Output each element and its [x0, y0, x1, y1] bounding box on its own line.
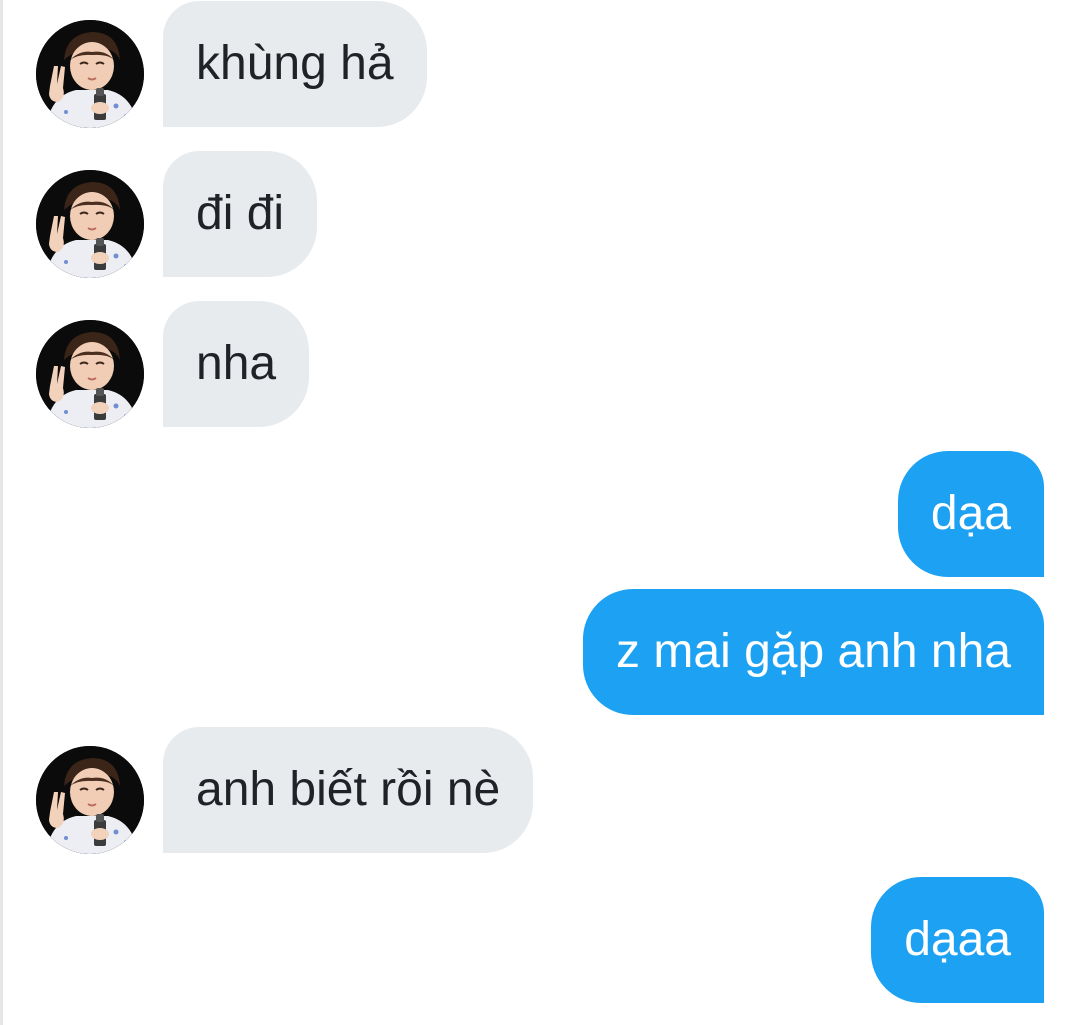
message-text: đi đi [196, 187, 285, 240]
message-text: z mai gặp anh nha [616, 625, 1011, 678]
left-edge-divider [0, 0, 3, 1025]
message-bubble-incoming[interactable]: đi đi [163, 151, 318, 277]
avatar-photo-icon [36, 320, 144, 428]
message-bubble-outgoing[interactable]: dạa [897, 451, 1044, 577]
message-text: dạa [930, 487, 1011, 540]
message-bubble-outgoing[interactable]: dạaa [871, 877, 1044, 1003]
avatar-photo-icon [36, 746, 144, 854]
message-bubble-incoming[interactable]: anh biết rồi nè [163, 727, 534, 853]
message-text: nha [196, 337, 277, 390]
contact-avatar[interactable] [36, 746, 144, 854]
message-text: khùng hả [196, 37, 394, 90]
contact-avatar[interactable] [36, 320, 144, 428]
message-bubble-incoming[interactable]: khùng hả [163, 1, 427, 127]
avatar-photo-icon [36, 170, 144, 278]
message-text: anh biết rồi nè [196, 763, 501, 816]
contact-avatar[interactable] [36, 170, 144, 278]
contact-avatar[interactable] [36, 20, 144, 128]
message-bubble-incoming[interactable]: nha [163, 301, 310, 427]
message-text: dạaa [904, 913, 1011, 966]
avatar-photo-icon [36, 20, 144, 128]
message-bubble-outgoing[interactable]: z mai gặp anh nha [583, 589, 1044, 715]
